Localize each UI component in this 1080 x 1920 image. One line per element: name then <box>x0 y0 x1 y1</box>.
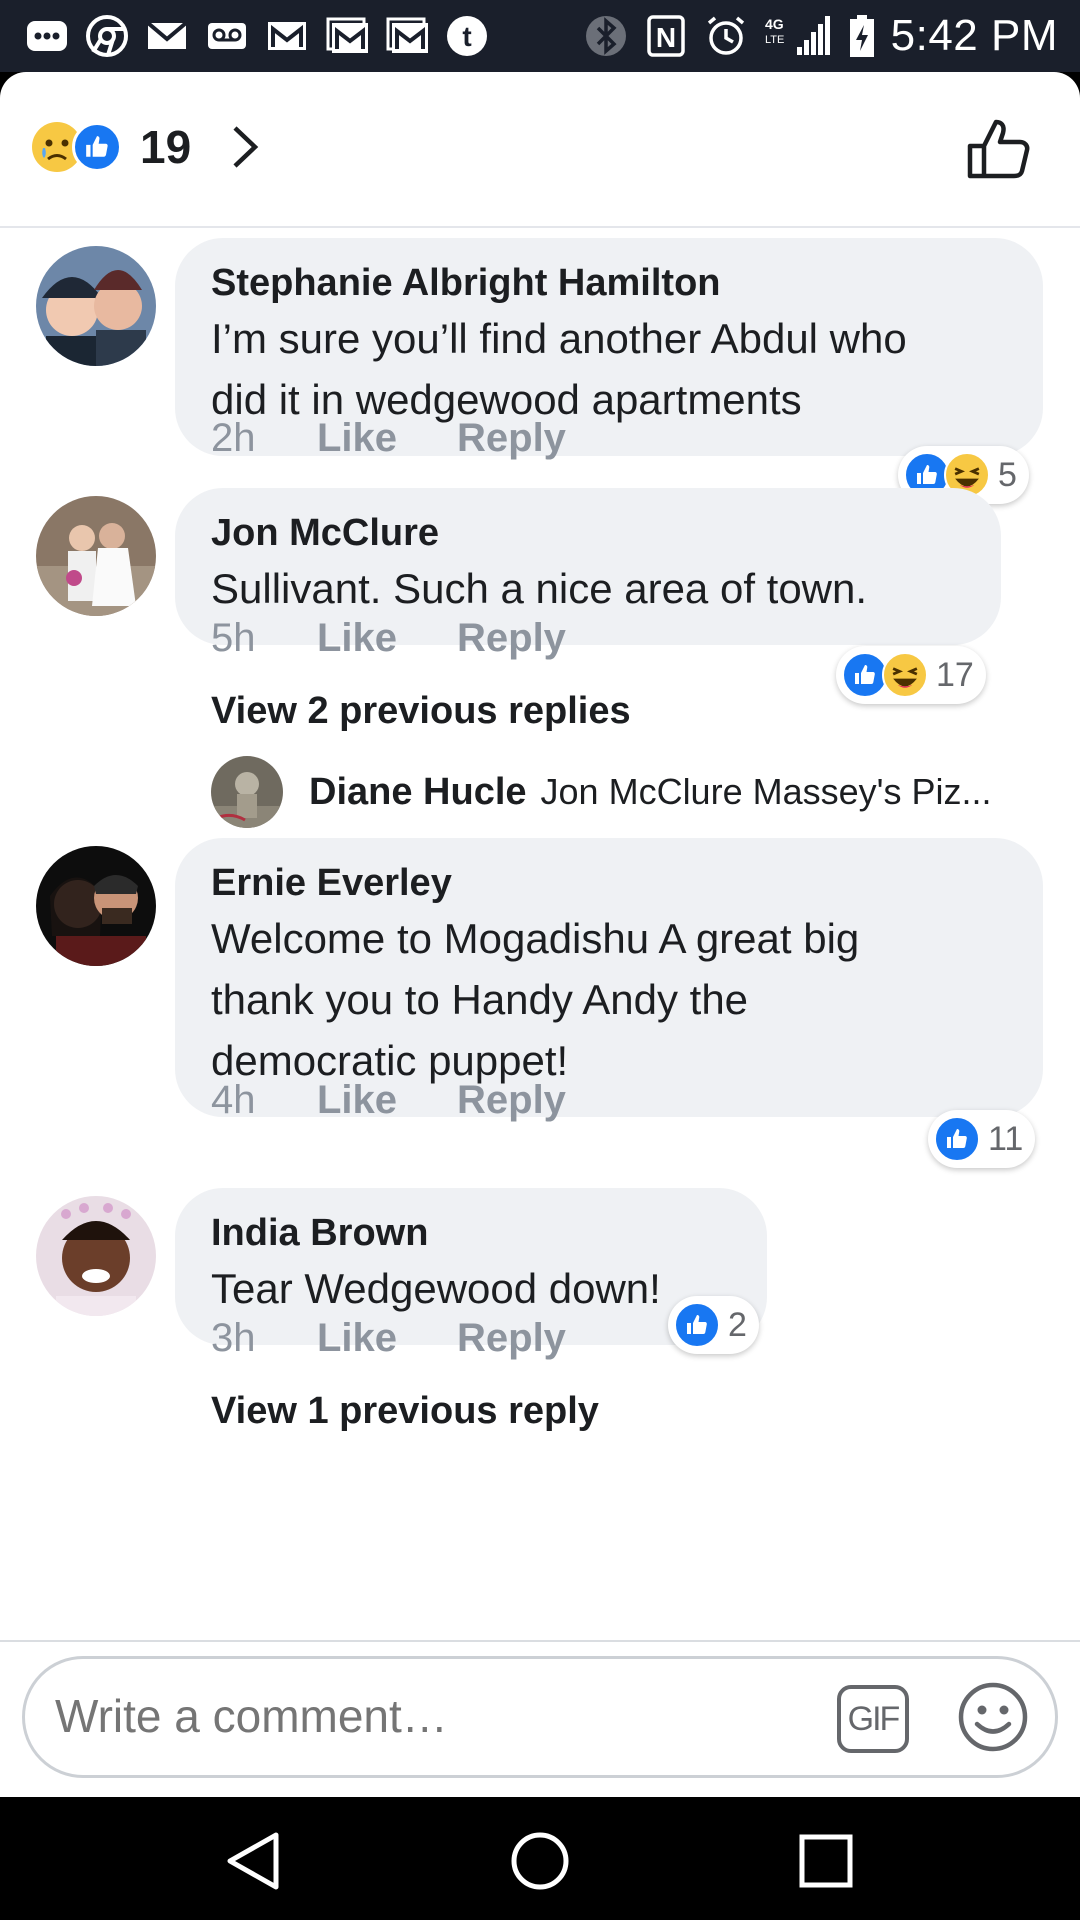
comment-text: I’m sure you’ll find another Abdul who d… <box>211 315 907 423</box>
status-bar: t N 4G LTE 5:42 PM <box>0 0 1080 72</box>
comment-bubble[interactable]: Ernie Everley Welcome to Mogadishu A gre… <box>175 838 1043 1117</box>
emoji-button[interactable] <box>957 1681 1029 1753</box>
reaction-count: 5 <box>998 455 1017 494</box>
comment-timestamp: 4h <box>211 1078 256 1122</box>
gmail-icon <box>384 13 430 59</box>
comment-reply-button[interactable]: Reply <box>457 616 566 661</box>
avatar[interactable] <box>36 246 156 366</box>
reply-preview[interactable]: Diane Hucle Jon McClure Massey's Piz... <box>211 756 992 828</box>
reply-author[interactable]: Diane Hucle <box>309 771 527 814</box>
voicemail-icon <box>204 13 250 59</box>
reaction-count: 11 <box>988 1119 1024 1158</box>
comment-reply-button[interactable]: Reply <box>457 1078 566 1123</box>
like-reaction-icon <box>674 1302 720 1348</box>
chrome-icon <box>84 13 130 59</box>
comment-text: Welcome to Mogadishu A great big thank y… <box>211 915 860 1084</box>
avatar[interactable] <box>36 496 156 616</box>
navigation-bar <box>0 1797 1080 1920</box>
svg-text:4G: 4G <box>765 16 784 32</box>
comment-reactions[interactable]: 2 <box>668 1296 759 1354</box>
comment-reactions[interactable]: 17 <box>836 646 986 704</box>
comment-author[interactable]: Ernie Everley <box>211 860 1007 906</box>
more-icon <box>24 13 70 59</box>
comment-actions: 3h Like Reply <box>211 1316 566 1361</box>
comment-actions: 2h Like Reply <box>211 416 566 461</box>
comment-like-button[interactable]: Like <box>317 416 457 461</box>
gmail-icon <box>264 13 310 59</box>
system-status-icons: N 4G LTE 5:42 PM <box>583 11 1058 60</box>
comment-timestamp: 5h <box>211 616 256 660</box>
svg-text:N: N <box>656 22 676 53</box>
comment-reply-button[interactable]: Reply <box>457 416 566 461</box>
svg-text:LTE: LTE <box>765 34 784 46</box>
comment-actions: 5h Like Reply <box>211 616 566 661</box>
comment-author[interactable]: India Brown <box>211 1210 731 1256</box>
like-reaction-icon <box>72 122 122 172</box>
home-button[interactable] <box>504 1825 576 1897</box>
avatar[interactable] <box>211 756 283 828</box>
svg-text:t: t <box>462 21 471 52</box>
like-reaction-icon <box>934 1116 980 1162</box>
comment-input[interactable] <box>55 1689 795 1743</box>
comment-author[interactable]: Jon McClure <box>211 510 965 556</box>
nfc-icon: N <box>643 13 689 59</box>
comment-text: Sullivant. Such a nice area of town. <box>211 565 868 612</box>
comment-like-button[interactable]: Like <box>317 1316 457 1361</box>
comment-like-button[interactable]: Like <box>317 1078 457 1123</box>
back-button[interactable] <box>218 1825 290 1897</box>
reply-text: Jon McClure Massey's Piz... <box>540 771 992 812</box>
like-button[interactable] <box>966 116 1032 182</box>
avatar[interactable] <box>36 1196 156 1316</box>
comment-timestamp: 2h <box>211 416 256 460</box>
comments-sheet: 19 Stephanie Albright Hamilton I’m sure … <box>0 72 1080 1797</box>
clock: 5:42 PM <box>890 11 1058 60</box>
signal-icon: 4G LTE <box>763 13 833 59</box>
battery-charging-icon <box>847 13 877 59</box>
gmail-icon <box>324 13 370 59</box>
chevron-right-icon <box>233 126 259 168</box>
bluetooth-icon <box>583 13 629 59</box>
recents-button[interactable] <box>790 1825 862 1897</box>
comment-like-button[interactable]: Like <box>317 616 457 661</box>
reactions-header: 19 <box>0 72 1080 228</box>
view-previous-replies-link[interactable]: View 2 previous replies <box>211 690 631 733</box>
view-previous-replies-link[interactable]: View 1 previous reply <box>211 1390 599 1433</box>
haha-reaction-icon <box>882 652 928 698</box>
comment-author[interactable]: Stephanie Albright Hamilton <box>211 260 1007 306</box>
comment-actions: 4h Like Reply <box>211 1078 566 1123</box>
reaction-count: 19 <box>140 121 192 173</box>
tumblr-icon: t <box>444 13 490 59</box>
comment-timestamp: 3h <box>211 1316 256 1360</box>
gif-button[interactable]: GIF <box>837 1685 909 1753</box>
comment-input-box[interactable]: GIF <box>22 1656 1058 1778</box>
comment-list: Stephanie Albright Hamilton I’m sure you… <box>0 230 1080 1640</box>
notification-icons: t <box>24 12 490 60</box>
reaction-summary[interactable]: 19 <box>32 120 263 174</box>
comment-reply-button[interactable]: Reply <box>457 1316 566 1361</box>
avatar[interactable] <box>36 846 156 966</box>
comment-composer: GIF <box>0 1640 1080 1797</box>
reaction-count: 2 <box>728 1305 747 1344</box>
comment-reactions[interactable]: 11 <box>928 1110 1036 1168</box>
mail-icon <box>144 13 190 59</box>
alarm-icon <box>703 13 749 59</box>
comment-text: Tear Wedgewood down! <box>211 1265 661 1312</box>
reaction-count: 17 <box>936 655 974 694</box>
